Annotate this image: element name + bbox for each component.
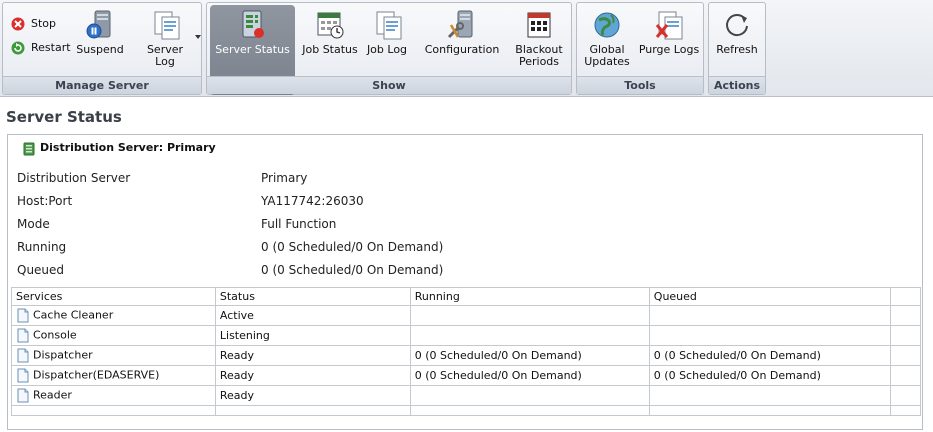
field-value: 0 (0 Scheduled/0 On Demand) [261, 240, 444, 254]
tools-group: Global Updates Purge Logs Tools [576, 2, 704, 95]
empty-cell [409, 405, 650, 416]
queued-cell [648, 305, 891, 326]
manage-server-label: Manage Server [3, 76, 201, 94]
column-header: Running [409, 287, 650, 306]
queued-cell [648, 385, 891, 406]
running-cell [409, 385, 650, 406]
running-cell [409, 325, 650, 346]
manage-server-group: Stop Restart Suspend Server Log Manage S… [2, 2, 202, 95]
status-cell: Ready [214, 345, 411, 366]
document-icon [17, 308, 29, 323]
spacer-cell [889, 305, 922, 326]
service-cell: Dispatcher [11, 345, 216, 366]
running-cell: 0 (0 Scheduled/0 On Demand) [409, 345, 650, 366]
job-log-icon [376, 11, 402, 40]
calendar-icon [527, 12, 551, 38]
document-icon [17, 368, 29, 383]
server-status-panel: Distribution Server: Primary Distributio… [7, 134, 923, 430]
column-header: Queued [648, 287, 891, 306]
column-header: Services [11, 287, 216, 306]
spacer-cell [889, 345, 922, 366]
server-status-icon [242, 10, 264, 38]
configuration-button[interactable]: Configuration [419, 7, 505, 75]
stop-icon [11, 17, 25, 31]
show-label: Show [207, 76, 571, 94]
table-row[interactable]: Dispatcher(EDASERVE) Ready 0 (0 Schedule… [11, 365, 922, 386]
table-row[interactable]: Dispatcher Ready 0 (0 Scheduled/0 On Dem… [11, 345, 922, 366]
spacer-cell [889, 365, 922, 386]
restart-icon [11, 41, 25, 55]
spacer-cell [889, 325, 922, 346]
job-status-button[interactable]: Job Status [300, 7, 360, 75]
empty-cell [648, 405, 891, 416]
server-log-icon [154, 11, 180, 40]
table-row[interactable]: Console Listening [11, 325, 922, 346]
server-icon [23, 142, 35, 156]
document-icon [17, 328, 29, 343]
empty-cell [214, 405, 411, 416]
server-suspend-icon [86, 10, 111, 39]
page-title: Server Status [6, 108, 122, 126]
table-empty-row [11, 405, 922, 416]
table-row[interactable]: Cache Cleaner Active [11, 305, 922, 326]
actions-group: Refresh Actions [708, 2, 766, 95]
field-label: Mode [17, 217, 50, 231]
purge-logs-button[interactable]: Purge Logs [637, 7, 701, 75]
running-cell: 0 (0 Scheduled/0 On Demand) [409, 365, 650, 386]
field-label: Host:Port [17, 194, 73, 208]
refresh-button[interactable]: Refresh [710, 7, 764, 75]
purge-logs-icon [655, 11, 683, 40]
field-value: Primary [261, 171, 308, 185]
restart-button[interactable]: Restart [9, 39, 71, 57]
queued-cell: 0 (0 Scheduled/0 On Demand) [648, 365, 891, 386]
show-group: Server Status Job Status Job Log Configu… [206, 2, 572, 95]
queued-cell [648, 325, 891, 346]
field-value: 0 (0 Scheduled/0 On Demand) [261, 263, 444, 277]
status-cell: Active [214, 305, 411, 326]
queued-cell: 0 (0 Scheduled/0 On Demand) [648, 345, 891, 366]
tools-label: Tools [577, 76, 703, 94]
empty-cell [11, 405, 216, 416]
blackout-periods-button[interactable]: Blackout Periods [509, 7, 569, 75]
configuration-icon [447, 10, 473, 39]
suspend-button[interactable]: Suspend [73, 7, 127, 75]
document-icon [17, 348, 29, 363]
field-label: Running [17, 240, 67, 254]
field-label: Queued [17, 263, 65, 277]
spacer-cell [889, 385, 922, 406]
field-label: Distribution Server [17, 171, 131, 185]
table-header-row: Services Status Running Queued [11, 287, 922, 306]
running-cell [409, 305, 650, 326]
job-status-icon [317, 12, 344, 39]
document-icon [17, 388, 29, 403]
stop-button[interactable]: Stop [9, 15, 56, 33]
services-table: Services Status Running Queued Cache Cle… [11, 287, 922, 416]
table-row[interactable]: Reader Ready [11, 385, 922, 406]
field-value: YA117742:26030 [261, 194, 364, 208]
global-updates-button[interactable]: Global Updates [579, 7, 635, 75]
globe-icon [594, 12, 620, 38]
status-cell: Listening [214, 325, 411, 346]
column-header-spacer [889, 287, 922, 306]
ribbon-toolbar: Stop Restart Suspend Server Log Manage S… [0, 0, 933, 97]
service-cell: Cache Cleaner [11, 305, 216, 326]
service-cell: Dispatcher(EDASERVE) [11, 365, 216, 386]
actions-label: Actions [709, 76, 765, 94]
job-log-button[interactable]: Job Log [363, 7, 411, 75]
panel-heading: Distribution Server: Primary [22, 141, 216, 156]
empty-cell [889, 405, 922, 416]
status-cell: Ready [214, 385, 411, 406]
chevron-down-icon[interactable] [195, 35, 201, 39]
service-cell: Reader [11, 385, 216, 406]
column-header: Status [214, 287, 411, 306]
status-cell: Ready [214, 365, 411, 386]
field-value: Full Function [261, 217, 337, 231]
service-cell: Console [11, 325, 216, 346]
server-log-button[interactable]: Server Log [137, 7, 193, 75]
refresh-icon [726, 14, 748, 37]
